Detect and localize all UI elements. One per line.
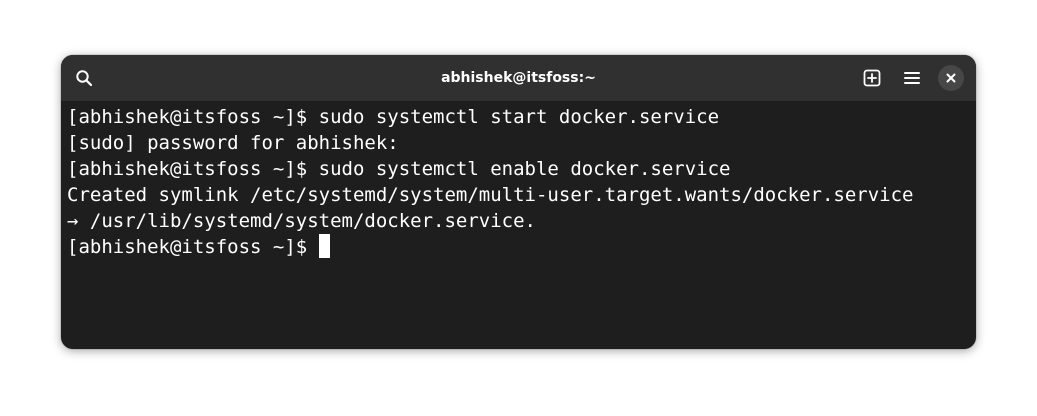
terminal-prompt-line[interactable]: [abhishek@itsfoss ~]$ <box>67 234 970 260</box>
terminal-line: Created symlink /etc/systemd/system/mult… <box>67 184 914 206</box>
close-button[interactable] <box>938 65 964 91</box>
terminal-window: abhishek@itsfoss:~ [abhishek@itsfoss ~]$… <box>61 55 976 349</box>
main-menu-button[interactable] <box>896 62 928 94</box>
terminal-line: [abhishek@itsfoss ~]$ sudo systemctl sta… <box>67 106 720 128</box>
plus-square-icon <box>863 69 881 87</box>
prompt-text: [abhishek@itsfoss ~]$ <box>67 236 319 258</box>
terminal-output[interactable]: [abhishek@itsfoss ~]$ sudo systemctl sta… <box>61 101 976 349</box>
hamburger-menu-icon <box>903 69 921 87</box>
terminal-line: → /usr/lib/systemd/system/docker.service… <box>67 210 536 232</box>
title-bar: abhishek@itsfoss:~ <box>61 55 976 101</box>
window-title: abhishek@itsfoss:~ <box>441 70 596 86</box>
new-tab-button[interactable] <box>856 62 888 94</box>
close-icon <box>945 72 957 84</box>
text-cursor <box>318 234 330 258</box>
terminal-line: [sudo] password for abhishek: <box>67 132 399 154</box>
terminal-line: [abhishek@itsfoss ~]$ sudo systemctl ena… <box>67 158 731 180</box>
